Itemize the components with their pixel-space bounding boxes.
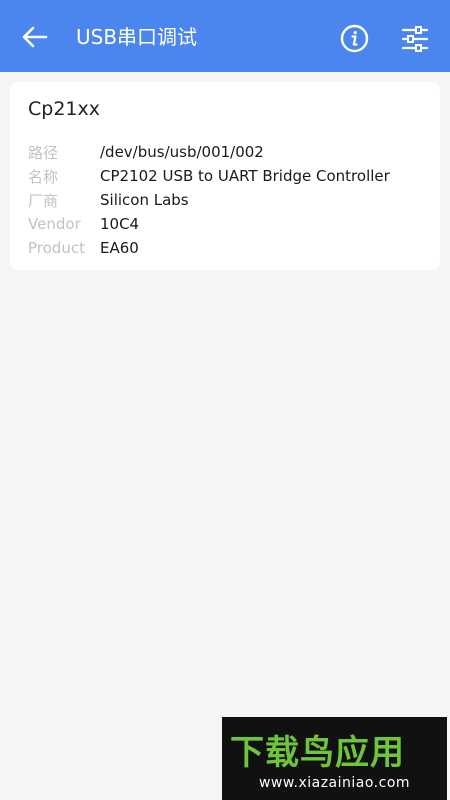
- row-label: 路径: [28, 143, 59, 162]
- settings-button[interactable]: [400, 24, 430, 54]
- info-icon: [340, 24, 369, 53]
- row-value: CP2102 USB to UART Bridge Controller: [100, 167, 390, 185]
- back-button[interactable]: [20, 22, 50, 52]
- info-button[interactable]: [340, 24, 369, 53]
- row-label: Vendor: [28, 215, 81, 233]
- app-screen: USB串口调试 Cp21xx 路径 /dev/bus/usb/001/002 名…: [0, 0, 450, 800]
- device-row-path: 路径 /dev/bus/usb/001/002: [28, 141, 264, 163]
- row-value: EA60: [100, 239, 139, 257]
- page-title: USB串口调试: [76, 25, 198, 49]
- row-label: 厂商: [28, 191, 59, 210]
- row-value: Silicon Labs: [100, 191, 189, 209]
- watermark-logo: 下载鸟应用 www.xiazainiao.com: [222, 717, 447, 800]
- device-name: Cp21xx: [28, 98, 100, 120]
- watermark-brand: 下载鸟应用: [230, 733, 405, 773]
- row-value: 10C4: [100, 215, 140, 233]
- device-row-manufacturer: 厂商 Silicon Labs: [28, 189, 189, 211]
- row-label: 名称: [28, 167, 59, 186]
- device-row-product: Product EA60: [28, 237, 139, 259]
- watermark-url: www.xiazainiao.com: [258, 775, 411, 791]
- device-row-vendor: Vendor 10C4: [28, 213, 139, 235]
- row-value: /dev/bus/usb/001/002: [100, 143, 264, 161]
- row-label: Product: [28, 239, 85, 257]
- arrow-left-icon: [22, 26, 48, 48]
- sliders-icon: [401, 26, 429, 52]
- app-bar: USB串口调试: [0, 0, 450, 72]
- device-card[interactable]: Cp21xx 路径 /dev/bus/usb/001/002 名称 CP2102…: [10, 82, 440, 270]
- device-row-name: 名称 CP2102 USB to UART Bridge Controller: [28, 165, 390, 187]
